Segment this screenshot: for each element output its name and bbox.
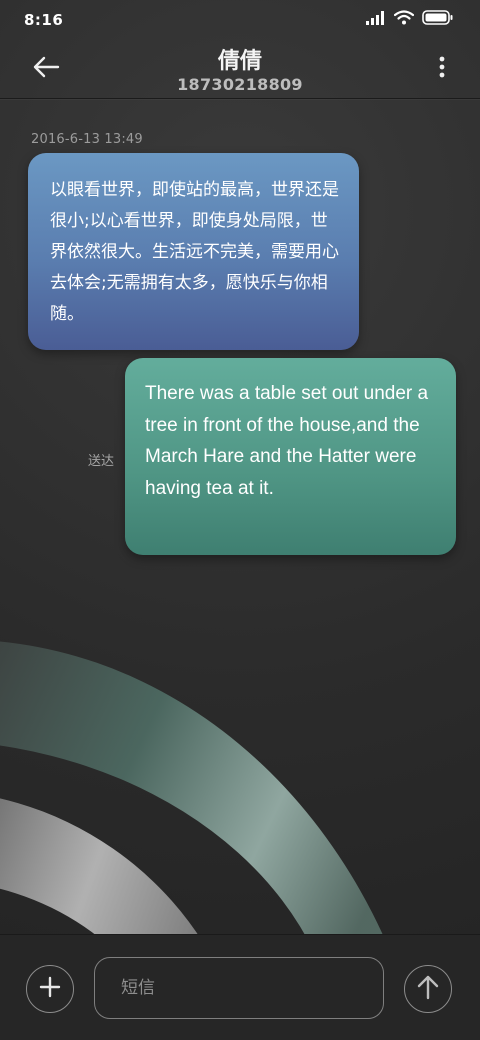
incoming-message-bubble[interactable]: 以眼看世界，即使站的最高，世界还是很小;以心看世界，即使身处局限，世界依然很大。…: [28, 153, 359, 350]
more-vertical-icon: [439, 56, 445, 82]
send-arrow-icon: [417, 974, 439, 1004]
composer-bar: [0, 934, 480, 1040]
contact-name: 倩倩: [217, 49, 262, 74]
sms-input[interactable]: [94, 957, 384, 1019]
send-button[interactable]: [404, 965, 452, 1013]
messaging-screen: 8:16 倩倩 18730218809 2016-6-13 13:49 以眼看世…: [0, 0, 480, 1040]
message-timestamp: 2016-6-13 13:49: [31, 132, 143, 147]
wifi-icon: [393, 10, 415, 29]
conversation-header: 倩倩 18730218809: [0, 40, 480, 99]
status-time: 8:16: [24, 11, 64, 29]
delivery-status: 送达: [88, 454, 115, 469]
outgoing-message-bubble[interactable]: There was a table set out under a tree i…: [125, 358, 456, 555]
signal-icon: [366, 10, 386, 29]
contact-number: 18730218809: [177, 75, 303, 94]
plus-icon: [39, 976, 61, 1002]
add-attachment-button[interactable]: [26, 965, 74, 1013]
status-icons: [366, 10, 454, 29]
more-options-button[interactable]: [432, 52, 452, 86]
battery-icon: [422, 10, 454, 29]
status-bar: 8:16: [0, 0, 480, 40]
